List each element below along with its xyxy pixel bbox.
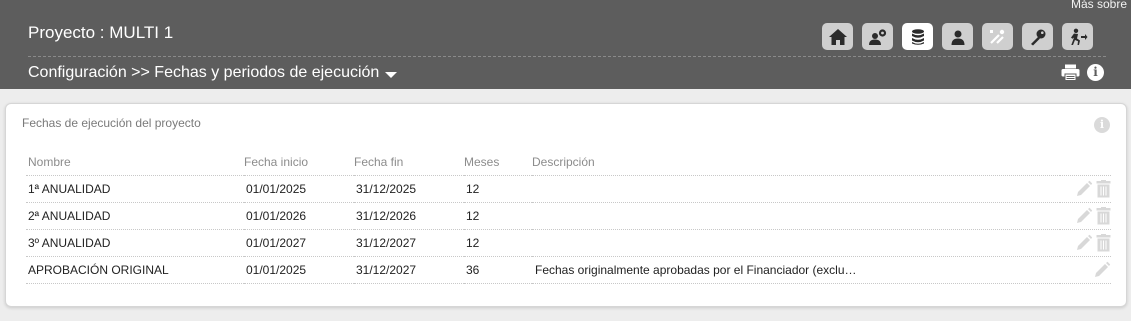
edit-pencil-icon[interactable] (1093, 261, 1111, 279)
cell-fecha-fin: 31/12/2027 (354, 256, 464, 284)
breadcrumb[interactable]: Configuración >> Fechas y periodos de ej… (28, 64, 398, 82)
table-row: 3º ANUALIDAD 01/01/2027 31/12/2027 12 (26, 229, 1111, 257)
execution-dates-panel: Fechas de ejecución del proyecto i Nombr… (5, 103, 1127, 307)
panel-info-icon[interactable]: i (1094, 117, 1110, 133)
home-button[interactable] (822, 23, 853, 50)
tools-button[interactable] (982, 23, 1013, 50)
cell-fecha-fin: 31/12/2025 (354, 175, 464, 203)
cell-fecha-inicio: 01/01/2025 (244, 256, 354, 284)
trash-icon[interactable] (1096, 179, 1111, 198)
panel-title: Fechas de ejecución del proyecto (22, 116, 201, 130)
cell-nombre: APROBACIÓN ORIGINAL (26, 256, 244, 284)
top-header: Más sobre Proyecto : MULTI 1 Configuraci… (0, 0, 1131, 89)
cell-meses: 12 (464, 229, 532, 257)
home-icon (828, 28, 847, 45)
column-header-meses: Meses (464, 149, 532, 176)
cell-fecha-fin: 31/12/2027 (354, 229, 464, 257)
column-header-fecha-inicio: Fecha inicio (244, 149, 354, 176)
key-button[interactable] (1022, 23, 1053, 50)
column-header-fecha-fin: Fecha fin (354, 149, 464, 176)
cell-meses: 36 (464, 256, 532, 284)
project-title: Proyecto : MULTI 1 (28, 23, 174, 42)
key-icon (1030, 29, 1045, 45)
exit-icon (1070, 28, 1087, 45)
user-settings-button[interactable] (862, 23, 893, 50)
table-row: 1ª ANUALIDAD 01/01/2025 31/12/2025 12 (26, 175, 1111, 203)
cell-nombre: 3º ANUALIDAD (26, 229, 244, 257)
cell-descripcion (532, 229, 1060, 257)
edit-pencil-icon[interactable] (1075, 180, 1093, 198)
print-icon[interactable] (1061, 64, 1080, 81)
user-icon (951, 30, 964, 45)
column-header-actions (1060, 149, 1111, 176)
info-icon[interactable]: i (1087, 64, 1104, 81)
edit-pencil-icon[interactable] (1075, 207, 1093, 225)
cell-fecha-inicio: 01/01/2026 (244, 202, 354, 230)
cell-nombre: 2ª ANUALIDAD (26, 202, 244, 230)
column-header-descripcion: Descripción (532, 149, 1060, 176)
cell-fecha-inicio: 01/01/2027 (244, 229, 354, 257)
trash-icon[interactable] (1096, 233, 1111, 252)
execution-dates-table: Nombre Fecha inicio Fecha fin Meses Desc… (26, 149, 1111, 284)
more-info-link[interactable]: Más sobre (1071, 0, 1127, 11)
table-row: APROBACIÓN ORIGINAL 01/01/2025 31/12/202… (26, 256, 1111, 284)
cell-descripcion (532, 175, 1060, 203)
edit-pencil-icon[interactable] (1075, 234, 1093, 252)
header-divider (28, 56, 1106, 57)
chevron-down-icon (385, 72, 398, 78)
cell-actions (1060, 202, 1111, 230)
cell-meses: 12 (464, 175, 532, 203)
main-toolbar (822, 23, 1093, 50)
exit-button[interactable] (1062, 23, 1093, 50)
table-header-row: Nombre Fecha inicio Fecha fin Meses Desc… (26, 149, 1111, 176)
cell-fecha-inicio: 01/01/2025 (244, 175, 354, 203)
trash-icon[interactable] (1096, 206, 1111, 225)
user-settings-icon (868, 28, 886, 45)
table-row: 2ª ANUALIDAD 01/01/2026 31/12/2026 12 (26, 202, 1111, 230)
table-body: 1ª ANUALIDAD 01/01/2025 31/12/2025 12 2ª… (26, 175, 1111, 284)
breadcrumb-text: Configuración >> Fechas y periodos de ej… (28, 64, 380, 81)
cell-meses: 12 (464, 202, 532, 230)
cell-actions (1060, 256, 1111, 284)
cell-descripcion (532, 202, 1060, 230)
database-button[interactable] (902, 23, 933, 50)
database-icon (911, 28, 924, 45)
column-header-nombre: Nombre (26, 149, 244, 176)
cell-actions (1060, 175, 1111, 203)
cell-fecha-fin: 31/12/2026 (354, 202, 464, 230)
cell-nombre: 1ª ANUALIDAD (26, 175, 244, 203)
cell-actions (1060, 229, 1111, 257)
tools-icon (989, 29, 1004, 44)
user-button[interactable] (942, 23, 973, 50)
cell-descripcion: Fechas originalmente aprobadas por el Fi… (532, 256, 1060, 284)
